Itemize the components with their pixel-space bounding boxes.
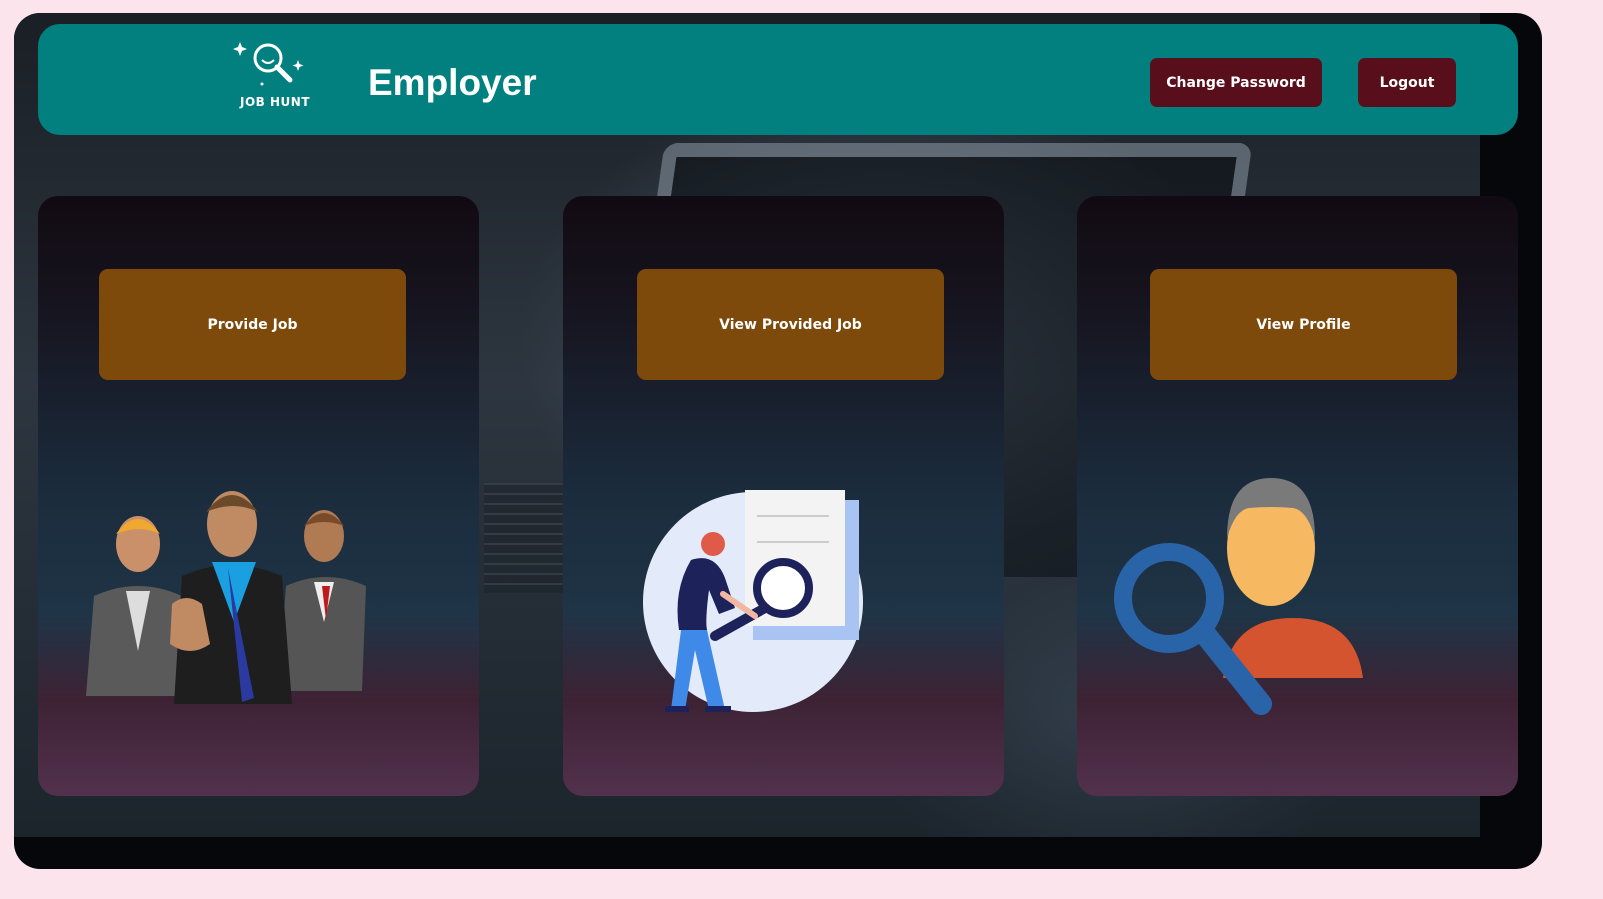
user-search-icon — [1114, 478, 1363, 715]
view-provided-job-card[interactable]: View Provided Job — [563, 196, 1004, 796]
provide-job-button[interactable]: Provide Job — [99, 269, 406, 380]
provide-job-card[interactable]: Provide Job — [38, 196, 479, 796]
view-profile-card[interactable]: View Profile — [1077, 196, 1518, 796]
logo-text: JOB HUNT — [240, 95, 311, 109]
view-provided-job-button[interactable]: View Provided Job — [637, 269, 944, 380]
view-profile-button[interactable]: View Profile — [1150, 269, 1457, 380]
document-search-icon — [643, 490, 863, 712]
change-password-button[interactable]: Change Password — [1150, 58, 1322, 107]
logout-button[interactable]: Logout — [1358, 58, 1456, 107]
page-title: Employer — [368, 62, 537, 103]
business-team-icon — [86, 491, 366, 704]
